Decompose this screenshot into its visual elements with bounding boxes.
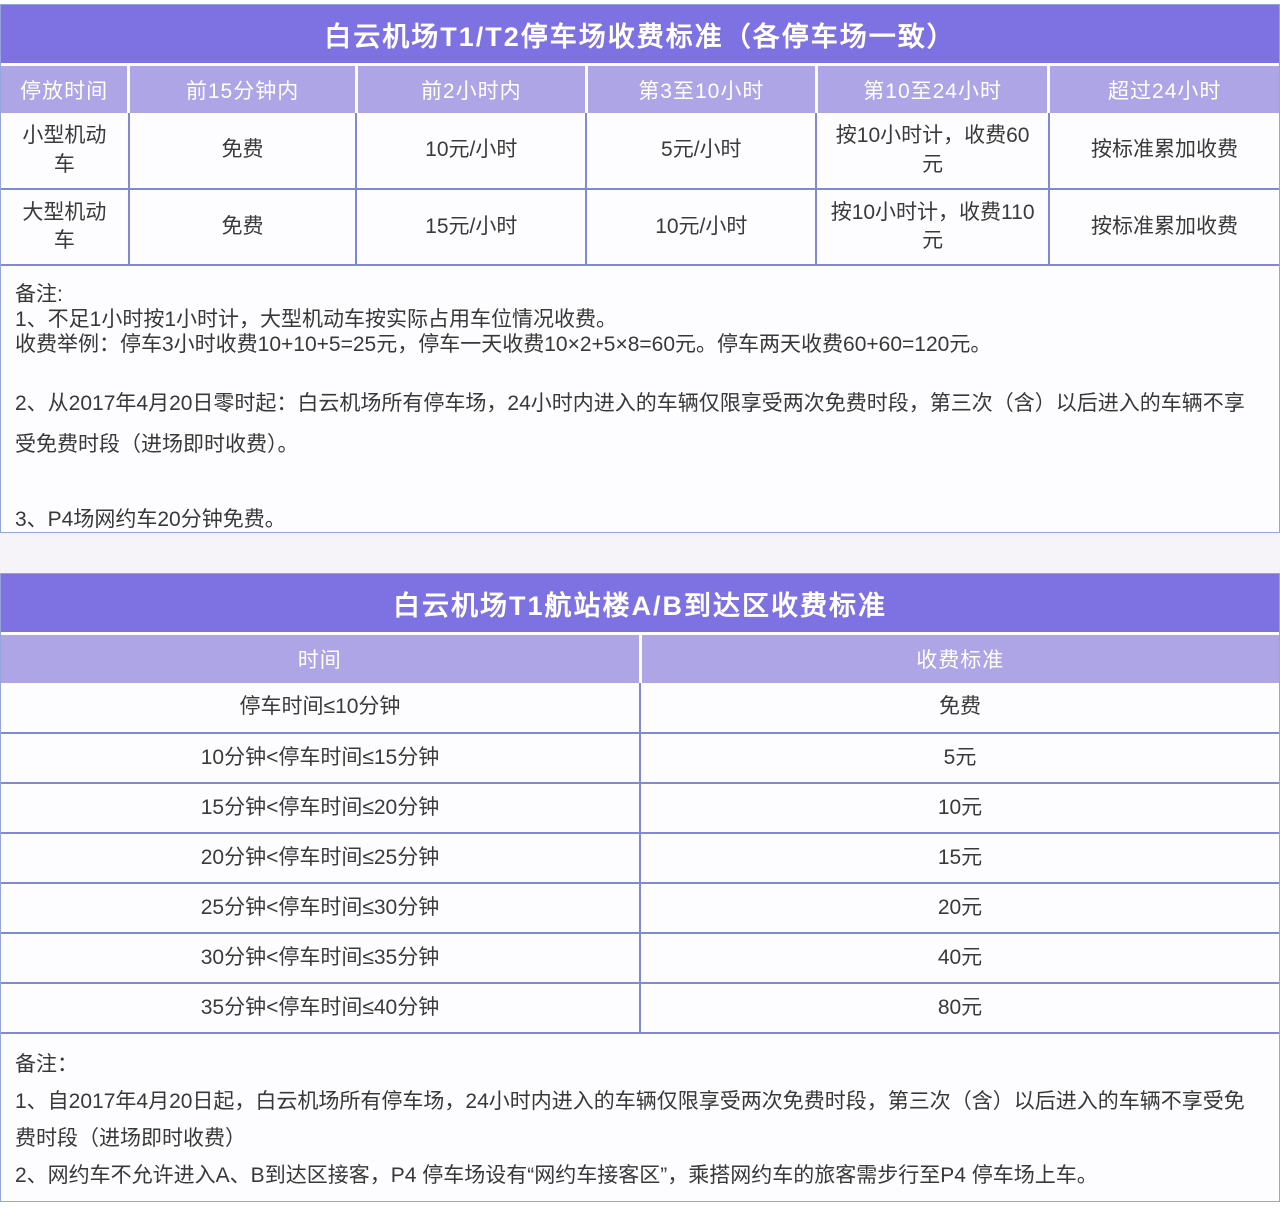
cell-vehicle-type: 小型机动车 — [1, 113, 129, 189]
cell-time-range: 30分钟<停车时间≤35分钟 — [1, 933, 640, 983]
cell-fee: 40元 — [640, 933, 1279, 983]
note-line-1: 1、自2017年4月20日起，白云机场所有停车场，24小时内进入的车辆仅限享受两… — [15, 1083, 1265, 1157]
header-cell-over24h: 超过24小时 — [1049, 66, 1279, 113]
arrival-fee-table: 时间 收费标准 停车时间≤10分钟 免费 10分钟<停车时间≤15分钟 5元 1… — [1, 635, 1279, 1034]
header-cell-first15min: 前15分钟内 — [129, 66, 356, 113]
cell-first15min: 免费 — [129, 189, 356, 265]
cell-vehicle-type: 大型机动车 — [1, 189, 129, 265]
table-row: 15分钟<停车时间≤20分钟 10元 — [1, 783, 1279, 833]
cell-3to10h: 10元/小时 — [586, 189, 816, 265]
table-row: 30分钟<停车时间≤35分钟 40元 — [1, 933, 1279, 983]
t1t2-table-title: 白云机场T1/T2停车场收费标准（各停车场一致） — [1, 5, 1279, 63]
cell-over24h: 按标准累加收费 — [1049, 189, 1279, 265]
header-cell-fee: 收费标准 — [640, 635, 1279, 683]
table-row: 35分钟<停车时间≤40分钟 80元 — [1, 983, 1279, 1033]
cell-10to24h: 按10小时计，收费60元 — [816, 113, 1049, 189]
parking-fee-page: 白云机场T1/T2停车场收费标准（各停车场一致） 停放时间 前15分钟内 前2小… — [0, 0, 1280, 1214]
notes-label: 备注: — [15, 282, 1265, 307]
cell-fee: 免费 — [640, 683, 1279, 733]
note-line-1: 1、不足1小时按1小时计，大型机动车按实际占用车位情况收费。 — [15, 307, 1265, 332]
cell-fee: 80元 — [640, 983, 1279, 1033]
header-cell-10to24h: 第10至24小时 — [816, 66, 1049, 113]
t1t2-header-row: 停放时间 前15分钟内 前2小时内 第3至10小时 第10至24小时 超过24小… — [1, 66, 1279, 113]
cell-fee: 10元 — [640, 783, 1279, 833]
notes-label: 备注： — [15, 1046, 1265, 1083]
header-cell-duration: 停放时间 — [1, 66, 129, 113]
cell-time-range: 停车时间≤10分钟 — [1, 683, 640, 733]
cell-time-range: 20分钟<停车时间≤25分钟 — [1, 833, 640, 883]
arrival-area-section: 白云机场T1航站楼A/B到达区收费标准 时间 收费标准 停车时间≤10分钟 免费… — [0, 573, 1280, 1202]
cell-3to10h: 5元/小时 — [586, 113, 816, 189]
note-line-2: 2、从2017年4月20日零时起：白云机场所有停车场，24小时内进入的车辆仅限享… — [15, 383, 1265, 465]
cell-first2h: 15元/小时 — [356, 189, 586, 265]
arrival-notes: 备注： 1、自2017年4月20日起，白云机场所有停车场，24小时内进入的车辆仅… — [1, 1034, 1279, 1201]
cell-over24h: 按标准累加收费 — [1049, 113, 1279, 189]
note-line-3: 3、P4场网约车20分钟免费。 — [15, 507, 1265, 532]
section-divider — [0, 533, 1280, 573]
table-row: 25分钟<停车时间≤30分钟 20元 — [1, 883, 1279, 933]
t1t2-fee-table: 停放时间 前15分钟内 前2小时内 第3至10小时 第10至24小时 超过24小… — [1, 66, 1279, 266]
cell-time-range: 15分钟<停车时间≤20分钟 — [1, 783, 640, 833]
cell-fee: 20元 — [640, 883, 1279, 933]
table-row: 停车时间≤10分钟 免费 — [1, 683, 1279, 733]
note-line-2: 2、网约车不允许进入A、B到达区接客，P4 停车场设有“网约车接客区”，乘搭网约… — [15, 1157, 1265, 1194]
header-cell-time: 时间 — [1, 635, 640, 683]
cell-time-range: 35分钟<停车时间≤40分钟 — [1, 983, 640, 1033]
table-row: 10分钟<停车时间≤15分钟 5元 — [1, 733, 1279, 783]
table-row-large-vehicle: 大型机动车 免费 15元/小时 10元/小时 按10小时计，收费110元 按标准… — [1, 189, 1279, 265]
t1t2-parking-section: 白云机场T1/T2停车场收费标准（各停车场一致） 停放时间 前15分钟内 前2小… — [0, 4, 1280, 533]
cell-fee: 15元 — [640, 833, 1279, 883]
note-line-example: 收费举例：停车3小时收费10+10+5=25元，停车一天收费10×2+5×8=6… — [15, 332, 1265, 357]
cell-first2h: 10元/小时 — [356, 113, 586, 189]
cell-time-range: 25分钟<停车时间≤30分钟 — [1, 883, 640, 933]
arrival-header-row: 时间 收费标准 — [1, 635, 1279, 683]
cell-fee: 5元 — [640, 733, 1279, 783]
t1t2-notes: 备注: 1、不足1小时按1小时计，大型机动车按实际占用车位情况收费。 收费举例：… — [1, 266, 1279, 532]
table-row: 20分钟<停车时间≤25分钟 15元 — [1, 833, 1279, 883]
header-cell-3to10h: 第3至10小时 — [586, 66, 816, 113]
cell-10to24h: 按10小时计，收费110元 — [816, 189, 1049, 265]
header-cell-first2h: 前2小时内 — [356, 66, 586, 113]
cell-first15min: 免费 — [129, 113, 356, 189]
table-row-small-vehicle: 小型机动车 免费 10元/小时 5元/小时 按10小时计，收费60元 按标准累加… — [1, 113, 1279, 189]
arrival-table-title: 白云机场T1航站楼A/B到达区收费标准 — [1, 574, 1279, 632]
cell-time-range: 10分钟<停车时间≤15分钟 — [1, 733, 640, 783]
